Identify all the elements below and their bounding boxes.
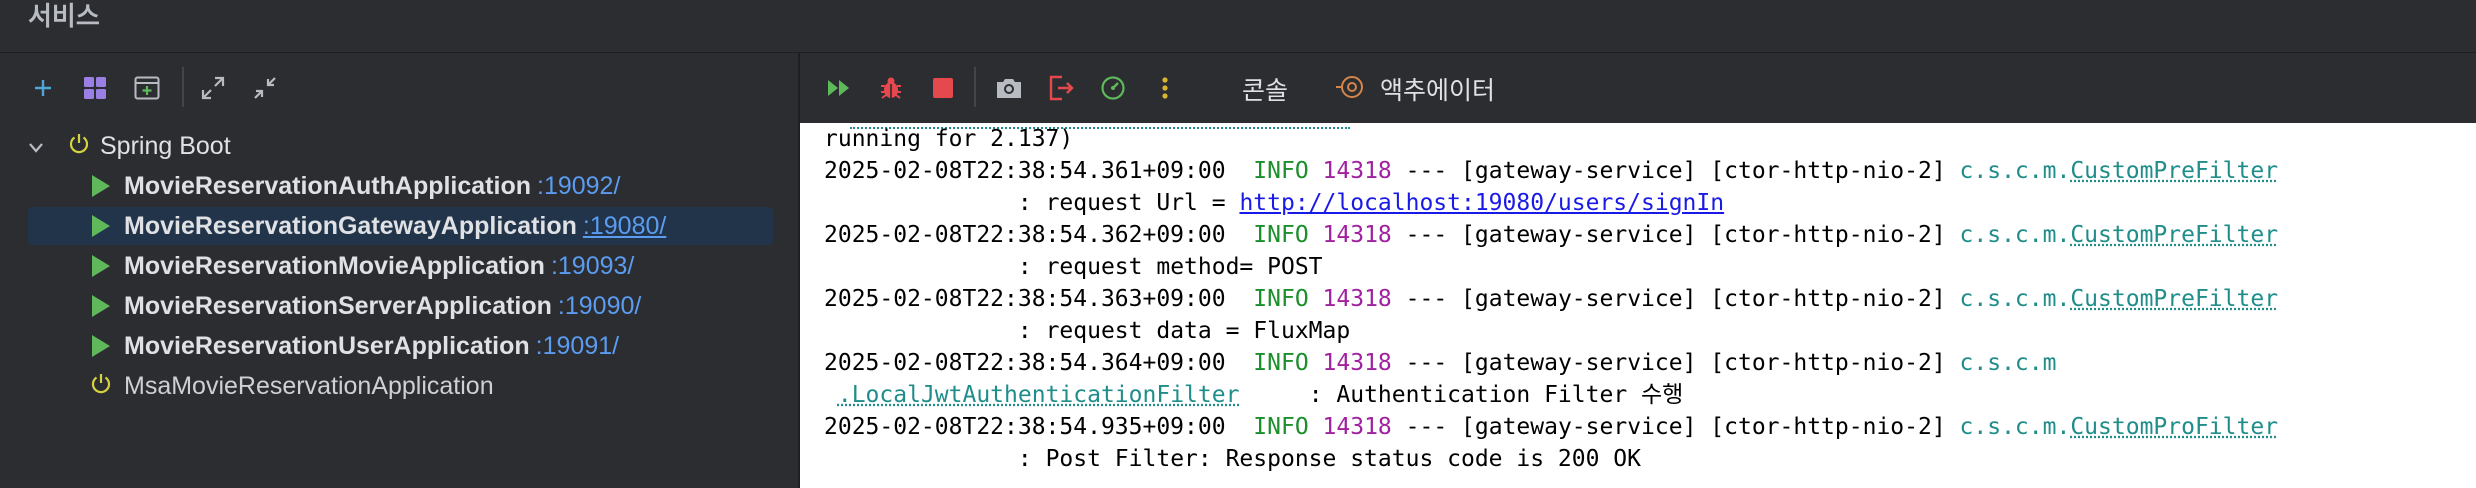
exit-icon[interactable] bbox=[1044, 71, 1078, 105]
log-line: 2025-02-08T22:38:54.361+09:00 INFO 14318… bbox=[824, 155, 2278, 187]
tree-item-movie-application[interactable]: MovieReservationMovieApplication :19093/ bbox=[28, 247, 773, 285]
log-logger[interactable]: c.s.c.m.CustomPreFilter bbox=[1960, 158, 2279, 184]
port-link[interactable]: :19092/ bbox=[537, 172, 620, 201]
log-logger-continued[interactable]: .LocalJwtAuthenticationFilter bbox=[838, 382, 1240, 408]
log-level: INFO bbox=[1253, 158, 1309, 184]
log-line: 2025-02-08T22:38:54.362+09:00 INFO 14318… bbox=[824, 219, 2278, 251]
log-message-line: .LocalJwtAuthenticationFilter : Authenti… bbox=[824, 379, 1683, 411]
log-pid: 14318 bbox=[1322, 350, 1392, 376]
log-timestamp: 2025-02-08T22:38:54.364+09:00 bbox=[824, 350, 1226, 376]
log-line: 2025-02-08T22:38:54.363+09:00 INFO 14318… bbox=[824, 283, 2278, 315]
log-message-line: : request Url = http://localhost:19080/u… bbox=[824, 187, 1724, 219]
log-pid: 14318 bbox=[1322, 158, 1392, 184]
stop-icon[interactable] bbox=[926, 71, 960, 105]
log-thread: --- [gateway-service] [ctor-http-nio-2] bbox=[1405, 414, 1946, 440]
log-line: 2025-02-08T22:38:54.935+09:00 INFO 14318… bbox=[824, 411, 2278, 443]
log-level: INFO bbox=[1253, 350, 1309, 376]
more-icon[interactable] bbox=[1148, 71, 1182, 105]
console-line: running for 2.137) bbox=[824, 126, 1074, 152]
spring-boot-group[interactable]: Spring Boot bbox=[28, 127, 773, 165]
tab-console[interactable]: 콘솔 bbox=[1242, 71, 1288, 107]
log-url-link[interactable]: http://localhost:19080/users/signIn bbox=[1239, 190, 1724, 216]
tree-item-auth-application[interactable]: MovieReservationAuthApplication :19092/ bbox=[28, 167, 773, 205]
port-link[interactable]: :19080/ bbox=[583, 212, 666, 241]
log-message-line: : request data = FluxMap bbox=[824, 315, 1350, 347]
app-name: MovieReservationGatewayApplication bbox=[124, 211, 577, 240]
log-message: : Post Filter: Response status code is 2… bbox=[1017, 446, 1641, 472]
spring-power-icon bbox=[68, 132, 90, 161]
tree-item-msa-application[interactable]: MsaMovieReservationApplication bbox=[28, 367, 773, 405]
log-level: INFO bbox=[1253, 222, 1309, 248]
log-thread: --- [gateway-service] [ctor-http-nio-2] bbox=[1405, 222, 1946, 248]
log-logger[interactable]: c.s.c.m.CustomProFilter bbox=[1960, 414, 2279, 440]
run-icon bbox=[92, 295, 110, 317]
console-toolbar: 콘솔 액추에이터 bbox=[800, 53, 2476, 121]
log-timestamp: 2025-02-08T22:38:54.935+09:00 bbox=[824, 414, 1226, 440]
toolbar-separator bbox=[974, 67, 976, 107]
log-timestamp: 2025-02-08T22:38:54.362+09:00 bbox=[824, 222, 1226, 248]
log-line: 2025-02-08T22:38:54.364+09:00 INFO 14318… bbox=[824, 347, 2056, 379]
chevron-down-icon[interactable] bbox=[28, 132, 48, 161]
tree-item-server-application[interactable]: MovieReservationServerApplication :19090… bbox=[28, 287, 773, 325]
app-name: MsaMovieReservationApplication bbox=[124, 371, 494, 400]
spring-power-icon bbox=[90, 372, 112, 401]
debug-icon[interactable] bbox=[874, 71, 908, 105]
port-link[interactable]: :19090/ bbox=[558, 292, 641, 321]
spring-boot-label: Spring Boot bbox=[100, 131, 231, 160]
log-message: : request Url = bbox=[1017, 190, 1240, 216]
log-level: INFO bbox=[1253, 414, 1309, 440]
log-message: : Authentication Filter 수행 bbox=[1308, 382, 1684, 408]
log-message: : request data = FluxMap bbox=[1017, 318, 1351, 344]
services-tree-panel: Spring Boot MovieReservationAuthApplicat… bbox=[0, 53, 800, 488]
tool-window-title: 서비스 bbox=[28, 1, 100, 31]
expand-all-icon[interactable] bbox=[196, 71, 230, 105]
log-pid: 14318 bbox=[1322, 414, 1392, 440]
run-icon bbox=[92, 335, 110, 357]
tree-item-gateway-application[interactable]: MovieReservationGatewayApplication :1908… bbox=[28, 207, 773, 245]
log-pid: 14318 bbox=[1322, 222, 1392, 248]
new-tab-icon[interactable] bbox=[130, 71, 164, 105]
port-link[interactable]: :19091/ bbox=[536, 332, 619, 361]
title-bar: 서비스 bbox=[0, 0, 2476, 53]
collapse-all-icon[interactable] bbox=[248, 71, 282, 105]
log-thread: --- [gateway-service] [ctor-http-nio-2] bbox=[1405, 350, 1946, 376]
log-message-line: : Post Filter: Response status code is 2… bbox=[824, 443, 1641, 475]
app-name: MovieReservationAuthApplication bbox=[124, 171, 531, 200]
console-output[interactable]: running for 2.137) 2025-02-08T22:38:54.3… bbox=[800, 123, 2476, 488]
log-logger[interactable]: c.s.c.m.CustomPreFilter bbox=[1960, 286, 2279, 312]
run-icon bbox=[92, 175, 110, 197]
log-timestamp: 2025-02-08T22:38:54.361+09:00 bbox=[824, 158, 1226, 184]
log-pid: 14318 bbox=[1322, 286, 1392, 312]
gauge-icon[interactable] bbox=[1096, 71, 1130, 105]
log-level: INFO bbox=[1253, 286, 1309, 312]
rerun-icon[interactable] bbox=[822, 71, 856, 105]
tree-item-user-application[interactable]: MovieReservationUserApplication :19091/ bbox=[28, 327, 773, 365]
log-message-line: : request method= POST bbox=[824, 251, 1323, 283]
group-icon[interactable] bbox=[78, 71, 112, 105]
add-icon[interactable] bbox=[26, 71, 60, 105]
run-icon bbox=[92, 255, 110, 277]
log-timestamp: 2025-02-08T22:38:54.363+09:00 bbox=[824, 286, 1226, 312]
tab-actuator[interactable]: 액추에이터 bbox=[1380, 71, 1495, 107]
run-icon bbox=[92, 215, 110, 237]
toolbar-separator bbox=[182, 67, 184, 107]
console-panel: 콘솔 액추에이터 running for 2.137) 2025-02-08T2… bbox=[800, 53, 2476, 488]
services-toolbar bbox=[0, 53, 798, 121]
log-thread: --- [gateway-service] [ctor-http-nio-2] bbox=[1405, 158, 1946, 184]
log-logger[interactable]: c.s.c.m bbox=[1960, 350, 2057, 376]
log-logger[interactable]: c.s.c.m.CustomPreFilter bbox=[1960, 222, 2279, 248]
app-name: MovieReservationUserApplication bbox=[124, 331, 530, 360]
app-name: MovieReservationMovieApplication bbox=[124, 251, 545, 280]
log-thread: --- [gateway-service] [ctor-http-nio-2] bbox=[1405, 286, 1946, 312]
app-name: MovieReservationServerApplication bbox=[124, 291, 552, 320]
camera-icon[interactable] bbox=[992, 71, 1026, 105]
actuator-icon bbox=[1336, 73, 1364, 106]
port-link[interactable]: :19093/ bbox=[551, 252, 634, 281]
log-message: : request method= POST bbox=[1017, 254, 1323, 280]
